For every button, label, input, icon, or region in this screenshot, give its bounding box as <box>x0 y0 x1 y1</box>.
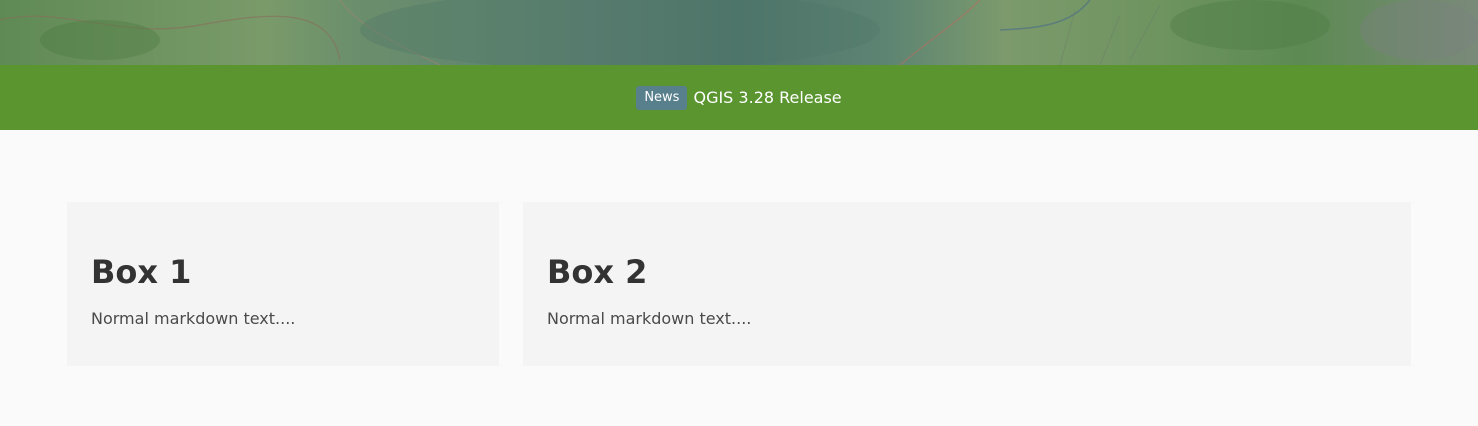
box-heading: Box 2 <box>547 253 648 291</box>
map-texture <box>0 0 1478 65</box>
content-box-2: Box 2 Normal markdown text.... <box>523 202 1411 366</box>
news-link[interactable]: News QGIS 3.28 Release <box>636 85 842 110</box>
box-heading: Box 1 <box>91 253 192 291</box>
content-box-1: Box 1 Normal markdown text.... <box>67 202 499 366</box>
news-badge: News <box>636 85 688 110</box>
box-text: Normal markdown text.... <box>547 309 752 328</box>
box-text: Normal markdown text.... <box>91 309 296 328</box>
news-bar: News QGIS 3.28 Release <box>0 65 1478 130</box>
news-title[interactable]: QGIS 3.28 Release <box>693 88 841 108</box>
hero-map-banner <box>0 0 1478 65</box>
